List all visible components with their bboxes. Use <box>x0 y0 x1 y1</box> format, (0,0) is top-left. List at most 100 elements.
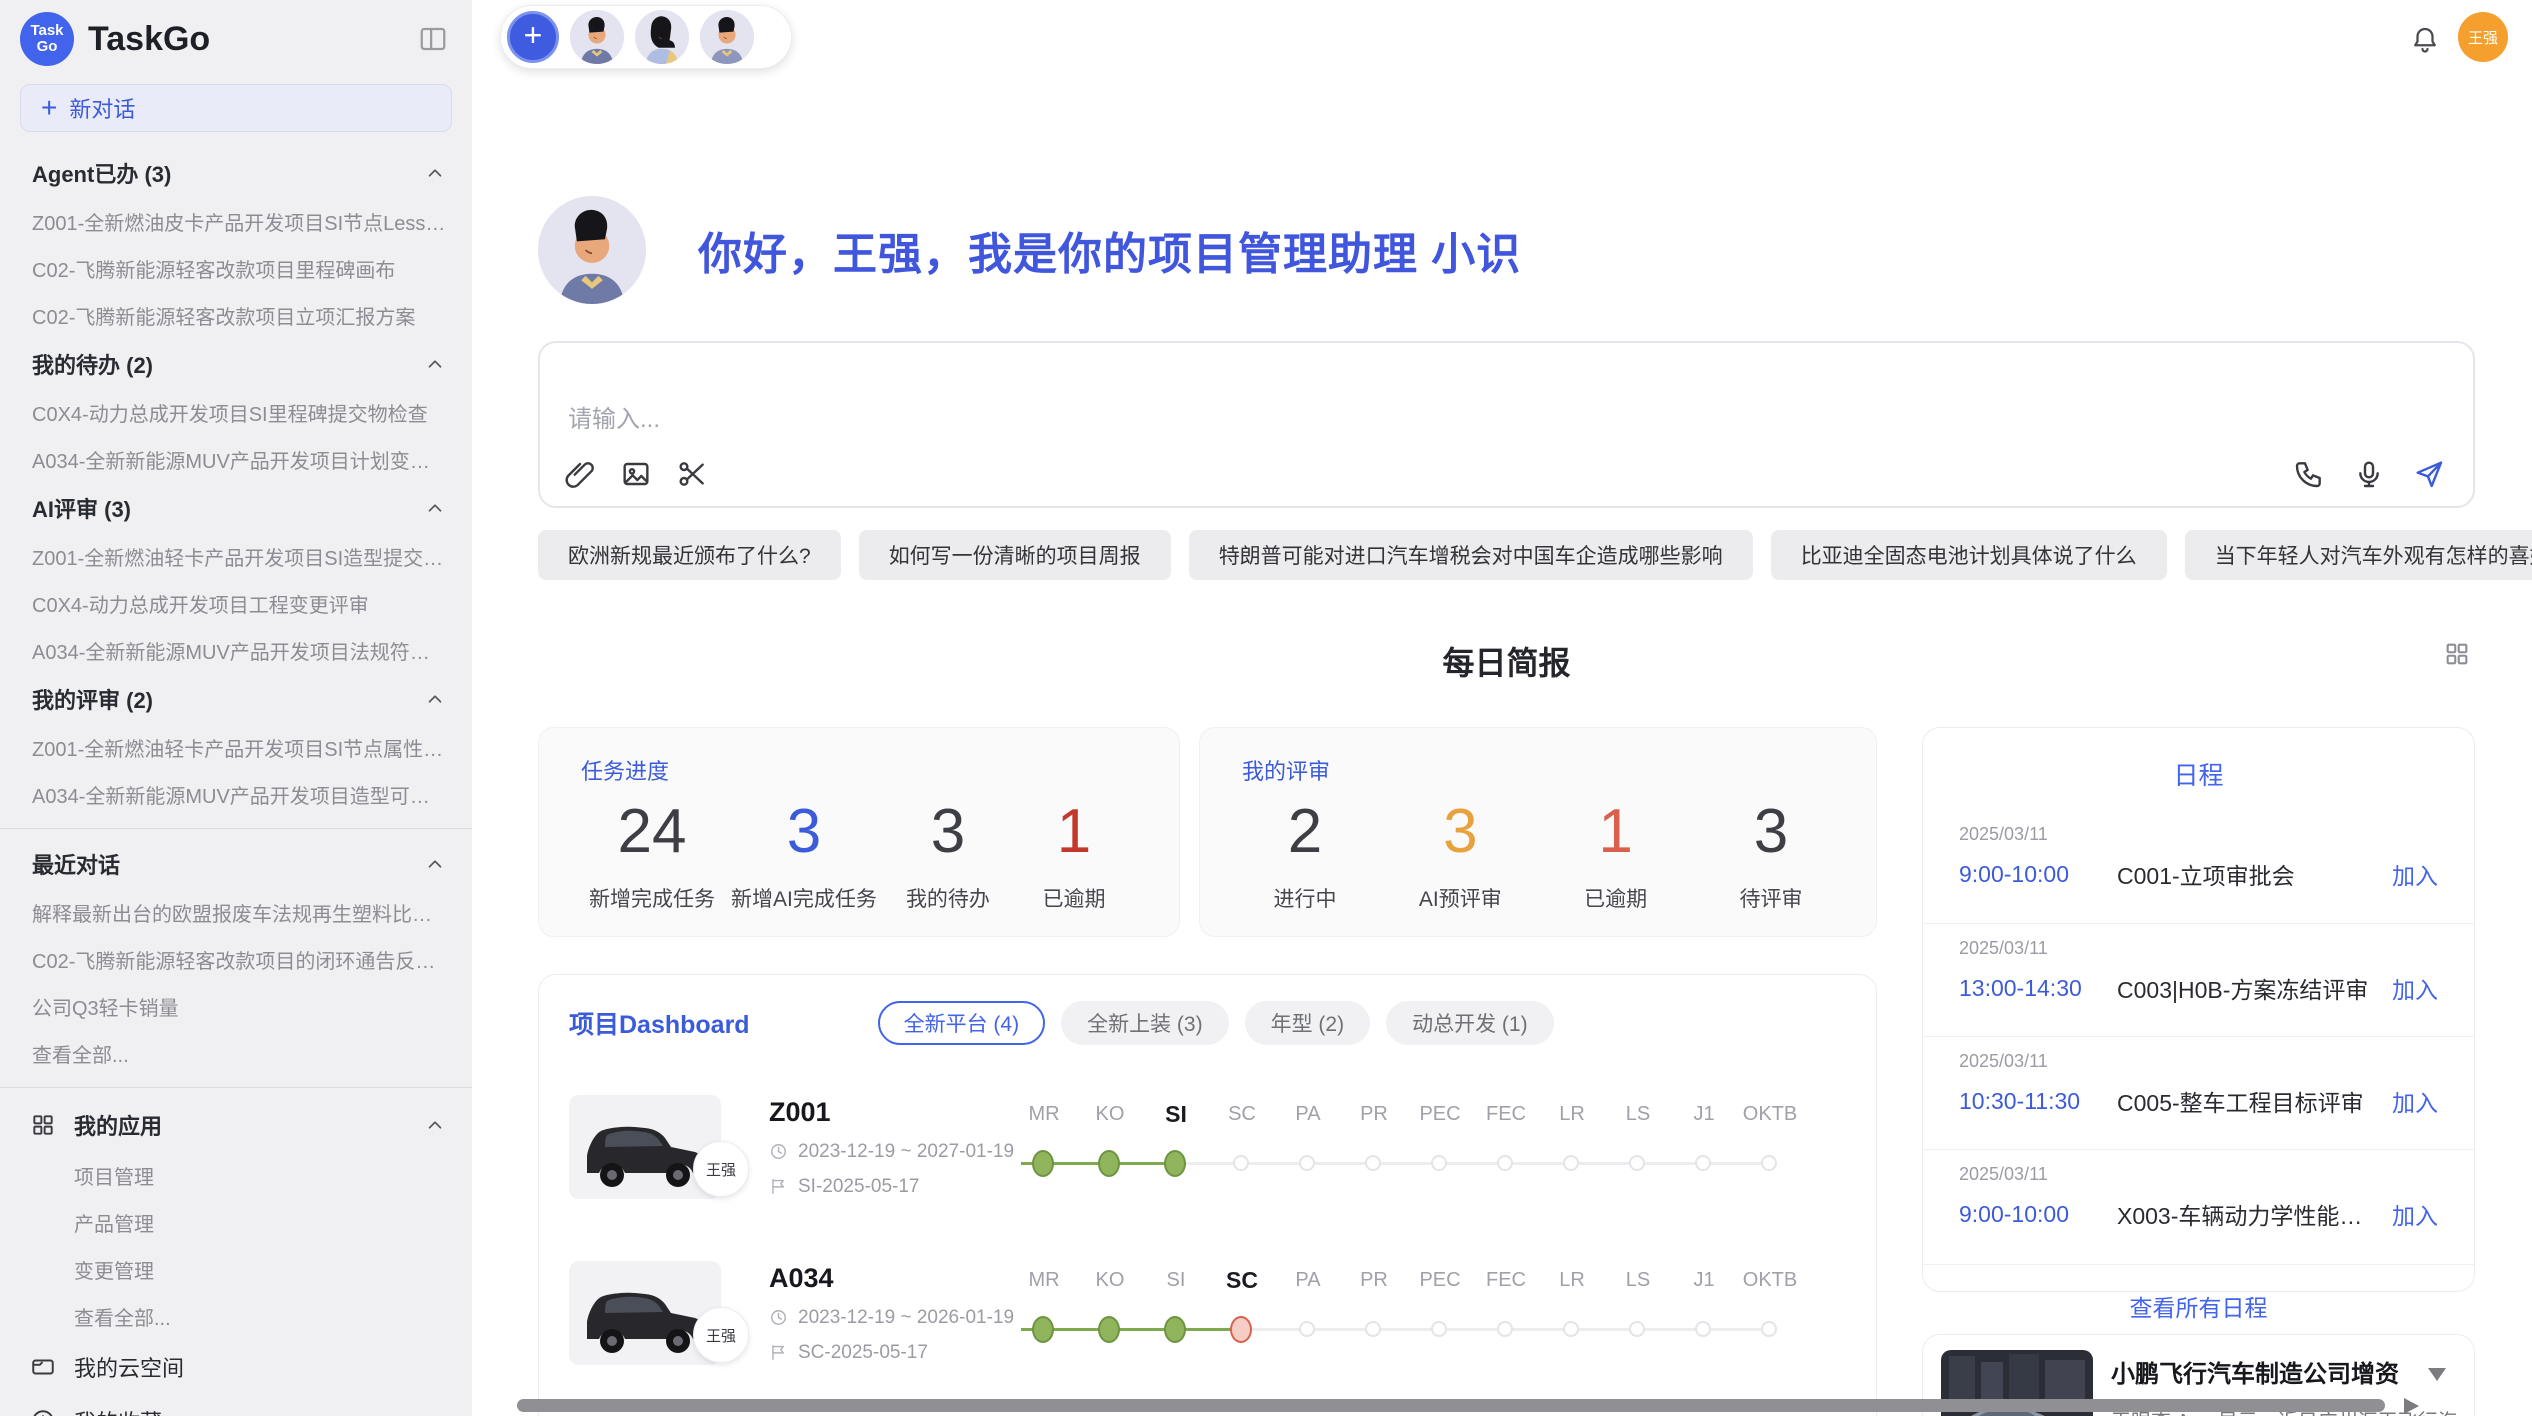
sidebar-task-item[interactable]: Z001-全新燃油轻卡产品开发项目SI节点属性5D文件评审 <box>0 724 472 771</box>
milestone-label: LR <box>1539 1099 1605 1129</box>
milestone-dot-todo[interactable] <box>1431 1321 1447 1337</box>
milestone-dot-todo[interactable] <box>1629 1155 1645 1171</box>
milestone-dot-todo[interactable] <box>1761 1321 1777 1337</box>
milestone-dot-todo[interactable] <box>1695 1155 1711 1171</box>
sidebar-section-header[interactable]: Agent已办 (3) <box>0 148 472 198</box>
chat-input[interactable] <box>540 343 1893 443</box>
new-session-button[interactable]: + <box>507 11 559 63</box>
suggestion-chip[interactable]: 比亚迪全固态电池计划具体说了什么 <box>1771 530 2167 580</box>
sidebar-link-drive[interactable]: 我的云空间 <box>0 1340 472 1394</box>
sidebar-section-header[interactable]: 我的评审 (2) <box>0 674 472 724</box>
milestone-dot-todo[interactable] <box>1629 1321 1645 1337</box>
sidebar-task-item[interactable]: C0X4-动力总成开发项目工程变更评审 <box>0 580 472 627</box>
milestone-dot-done[interactable] <box>1032 1150 1054 1177</box>
project-owner-badge[interactable]: 王强 <box>693 1307 749 1363</box>
brief-layout-icon[interactable] <box>2443 640 2471 668</box>
user-avatar[interactable]: 王强 <box>2458 12 2508 62</box>
sidebar-task-item[interactable]: Z001-全新燃油轻卡产品开发项目SI造型提交物评审 <box>0 533 472 580</box>
chevron-up-icon[interactable] <box>424 1114 446 1136</box>
milestone-dot-done[interactable] <box>1098 1316 1120 1343</box>
milestone-dot-todo[interactable] <box>1365 1155 1381 1171</box>
schedule-time: 9:00-10:00 <box>1959 1201 2117 1228</box>
sidebar-task-item[interactable]: A034-全新新能源MUV产品开发项目法规符合性评审 <box>0 627 472 674</box>
milestone-dot-todo[interactable] <box>1761 1155 1777 1171</box>
recent-chats-header[interactable]: 最近对话 <box>0 839 472 889</box>
dashboard-tab[interactable]: 年型 (2) <box>1245 1001 1371 1045</box>
milestone-dot-todo[interactable] <box>1695 1321 1711 1337</box>
milestone-dot-todo[interactable] <box>1497 1155 1513 1171</box>
sidebar-task-item[interactable]: A034-全新新能源MUV产品开发项目计划变更表编写 <box>0 436 472 483</box>
milestone-dot-done[interactable] <box>1032 1316 1054 1343</box>
recent-chat-item[interactable]: C02-飞腾新能源轻客改款项目的闭环通告反馈情况 <box>0 936 472 983</box>
app-sub-item[interactable]: 变更管理 <box>0 1246 472 1293</box>
milestone-dot-todo[interactable] <box>1233 1155 1249 1171</box>
new-chat-button[interactable]: + 新对话 <box>20 84 452 132</box>
link-label: 我的云空间 <box>74 1351 184 1383</box>
scissors-icon[interactable] <box>676 458 708 490</box>
milestone-dot-todo[interactable] <box>1563 1155 1579 1171</box>
sidebar-task-item[interactable]: C02-飞腾新能源轻客改款项目立项汇报方案 <box>0 292 472 339</box>
chevron-up-icon[interactable] <box>424 853 446 875</box>
milestone-label: SC <box>1209 1099 1275 1129</box>
milestone-dot-todo[interactable] <box>1365 1321 1381 1337</box>
app-sub-item[interactable]: 查看全部... <box>0 1293 472 1340</box>
suggestion-chip[interactable]: 欧洲新规最近颁布了什么? <box>538 530 841 580</box>
chevron-up-icon[interactable] <box>424 353 446 375</box>
milestone-dot-todo[interactable] <box>1299 1321 1315 1337</box>
send-icon[interactable] <box>2413 458 2445 490</box>
sidebar-task-item[interactable]: A034-全新新能源MUV产品开发项目造型可行性评审 <box>0 771 472 818</box>
scroll-right-arrow[interactable] <box>2404 1398 2419 1414</box>
mic-icon[interactable] <box>2353 458 2385 490</box>
suggestion-chip[interactable]: 当下年轻人对汽车外观有怎样的喜好趋势 <box>2185 530 2532 580</box>
my-apps-header[interactable]: 我的应用 <box>0 1098 472 1152</box>
join-link[interactable]: 加入 <box>2392 857 2438 891</box>
chevron-up-icon[interactable] <box>424 162 446 184</box>
session-avatar-2[interactable] <box>635 10 689 64</box>
app-sub-item[interactable]: 产品管理 <box>0 1199 472 1246</box>
image-upload-icon[interactable] <box>620 458 652 490</box>
sidebar-collapse-icon[interactable] <box>418 24 448 54</box>
recent-chat-item[interactable]: 公司Q3轻卡销量 <box>0 983 472 1030</box>
project-owner-badge[interactable]: 王强 <box>693 1141 749 1197</box>
view-all-schedule-link[interactable]: 查看所有日程 <box>1923 1264 2474 1323</box>
phone-icon[interactable] <box>2293 458 2325 490</box>
chevron-up-icon[interactable] <box>424 688 446 710</box>
milestone-dot-todo[interactable] <box>1563 1321 1579 1337</box>
milestone-dot-done[interactable] <box>1164 1316 1186 1343</box>
milestone-dot-overdue[interactable] <box>1230 1316 1252 1343</box>
attachment-icon[interactable] <box>564 458 596 490</box>
milestone-dot-done[interactable] <box>1164 1150 1186 1177</box>
join-link[interactable]: 加入 <box>2392 971 2438 1005</box>
join-link[interactable]: 加入 <box>2392 1197 2438 1231</box>
sidebar-link-star-circle[interactable]: 我的收藏 <box>0 1394 472 1416</box>
horizontal-scrollbar[interactable] <box>517 1399 2385 1412</box>
project-dashboard-card: 项目Dashboard 全新平台 (4)全新上装 (3)年型 (2)动总开发 (… <box>538 974 1877 1416</box>
sidebar-task-item[interactable]: Z001-全新燃油皮卡产品开发项目SI节点Lesson Learn报告 <box>0 198 472 245</box>
sidebar-task-item[interactable]: C0X4-动力总成开发项目SI里程碑提交物检查 <box>0 389 472 436</box>
milestone: SI <box>1143 1099 1209 1129</box>
suggestion-chip[interactable]: 如何写一份清晰的项目周报 <box>859 530 1171 580</box>
sidebar-section-header[interactable]: 我的待办 (2) <box>0 339 472 389</box>
chevron-up-icon[interactable] <box>424 497 446 519</box>
sidebar-task-item[interactable]: C02-飞腾新能源轻客改款项目里程碑画布 <box>0 245 472 292</box>
stat-item: 1已逾期 <box>1019 796 1129 913</box>
suggestion-chip[interactable]: 特朗普可能对进口汽车增税会对中国车企造成哪些影响 <box>1189 530 1753 580</box>
join-link[interactable]: 加入 <box>2392 1084 2438 1118</box>
dashboard-tab[interactable]: 全新上装 (3) <box>1061 1001 1229 1045</box>
dashboard-tab[interactable]: 全新平台 (4) <box>878 1001 1046 1045</box>
recent-chat-item[interactable]: 查看全部... <box>0 1030 472 1077</box>
milestone-dot-todo[interactable] <box>1497 1321 1513 1337</box>
milestone-dot-todo[interactable] <box>1299 1155 1315 1171</box>
milestone-label: OKTB <box>1737 1099 1803 1129</box>
milestone-dot-todo[interactable] <box>1431 1155 1447 1171</box>
recent-chat-item[interactable]: 解释最新出台的欧盟报废车法规再生塑料比例被调至15%... <box>0 889 472 936</box>
milestone-dot-done[interactable] <box>1098 1150 1120 1177</box>
app-title: TaskGo <box>88 20 418 59</box>
session-avatar-3[interactable] <box>700 10 754 64</box>
scroll-down-arrow[interactable] <box>2428 1368 2446 1381</box>
notifications-bell-icon[interactable] <box>2410 24 2440 54</box>
dashboard-tab[interactable]: 动总开发 (1) <box>1386 1001 1554 1045</box>
app-sub-item[interactable]: 项目管理 <box>0 1152 472 1199</box>
sidebar-section-header[interactable]: AI评审 (3) <box>0 483 472 533</box>
session-avatar-1[interactable] <box>570 10 624 64</box>
